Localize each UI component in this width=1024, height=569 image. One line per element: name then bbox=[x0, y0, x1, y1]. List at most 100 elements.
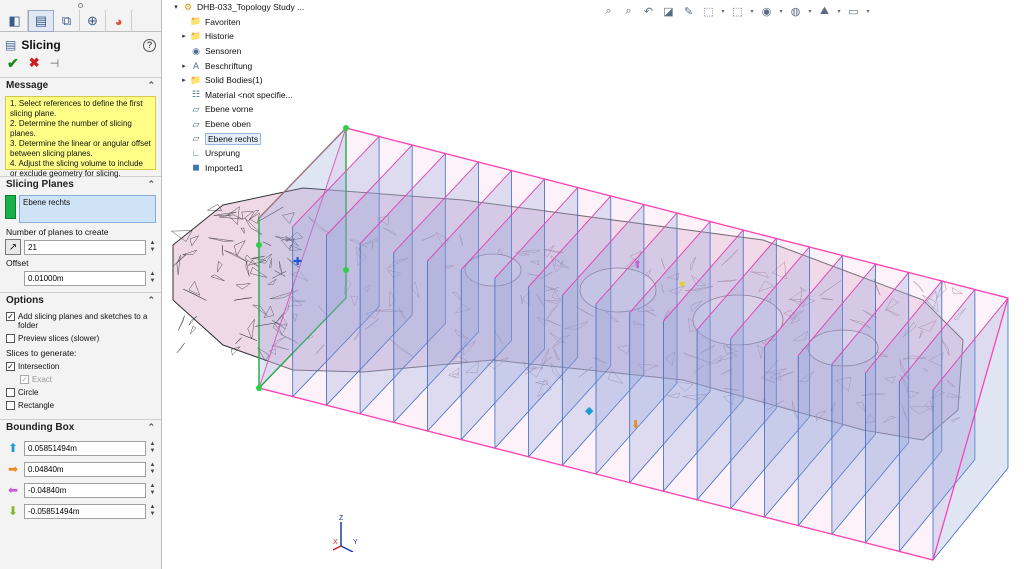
tree-root[interactable]: ▾ ⚙ DHB-033_Topology Study ... bbox=[170, 0, 340, 15]
plane-selection-box[interactable]: Ebene rechts bbox=[19, 195, 156, 223]
dropdown-chevron-icon[interactable]: ▾ bbox=[778, 8, 784, 15]
tree-item-label: Ebene vorne bbox=[205, 104, 254, 115]
pin-icon[interactable]: ⊣ bbox=[50, 57, 60, 70]
preview-label: Preview slices (slower) bbox=[18, 334, 100, 343]
message-line: 1. Select references to define the first… bbox=[10, 99, 143, 118]
exact-checkbox: ✓ Exact bbox=[0, 375, 161, 384]
expand-chevron-icon[interactable]: ▸ bbox=[178, 76, 190, 84]
checkbox-checked-icon[interactable]: ✓ bbox=[6, 362, 15, 371]
bounding-box-input[interactable] bbox=[24, 440, 146, 456]
edit-appearance-icon[interactable]: ◍ bbox=[787, 5, 804, 18]
direction-arrow-icon[interactable]: ↗ bbox=[5, 239, 21, 255]
bottom-handle-arrow-icon[interactable]: ⬇ bbox=[631, 418, 640, 431]
offset-row: ▲▼ bbox=[5, 270, 156, 286]
display-manager-icon[interactable]: ◕ bbox=[106, 10, 132, 32]
tree-item[interactable]: ▸ 📁 Solid Bodies(1) bbox=[178, 73, 340, 88]
plane-origin-handle-icon[interactable]: ✚ bbox=[293, 255, 302, 268]
dropdown-chevron-icon[interactable]: ▾ bbox=[836, 8, 842, 15]
offset-spinner[interactable]: ▲ ▼ bbox=[149, 271, 156, 285]
yellow-handle-icon[interactable]: ● bbox=[679, 278, 686, 290]
dynamic-annotation-icon[interactable]: ✎ bbox=[680, 5, 697, 18]
message-line: 3. Determine the linear or angular offse… bbox=[10, 139, 151, 158]
checkbox-empty-icon[interactable] bbox=[6, 334, 15, 343]
configuration-manager-icon[interactable]: ⧉ bbox=[54, 10, 80, 32]
collapse-icon[interactable]: ⌃ bbox=[147, 295, 155, 306]
num-planes-spinner[interactable]: ▲ ▼ bbox=[149, 240, 156, 254]
bounding-box-header[interactable]: Bounding Box ⌃ bbox=[0, 419, 161, 435]
dropdown-chevron-icon[interactable]: ▾ bbox=[807, 8, 813, 15]
collapse-icon[interactable]: ⌃ bbox=[147, 422, 155, 433]
expand-chevron-icon[interactable]: ▸ bbox=[178, 32, 190, 40]
checkbox-empty-icon[interactable] bbox=[6, 401, 15, 410]
sensor-icon: ◉ bbox=[192, 45, 200, 56]
tree-item-label: Imported1 bbox=[205, 162, 244, 173]
dropdown-chevron-icon[interactable]: ▾ bbox=[865, 8, 871, 15]
bounding-box-spinner[interactable]: ▲ ▼ bbox=[149, 462, 156, 476]
intersection-checkbox[interactable]: ✓ Intersection bbox=[0, 362, 161, 371]
checkbox-empty-icon[interactable] bbox=[6, 388, 15, 397]
bounding-box-input[interactable] bbox=[24, 503, 146, 519]
bounding-box-spinner[interactable]: ▲ ▼ bbox=[149, 441, 156, 455]
add-slicing-checkbox[interactable]: ✓ Add slicing planes and sketches to a f… bbox=[0, 312, 161, 330]
tree-item-label: Sensoren bbox=[205, 46, 242, 57]
tree-item[interactable]: ▱ Ebene rechts bbox=[178, 131, 340, 146]
tree-item[interactable]: 📁 Favoriten bbox=[178, 15, 340, 30]
plane-handle-point bbox=[343, 267, 349, 273]
dim-xpert-icon[interactable]: ⊕ bbox=[80, 10, 106, 32]
dropdown-chevron-icon[interactable]: ▾ bbox=[720, 8, 726, 15]
circle-checkbox[interactable]: Circle bbox=[0, 388, 161, 397]
options-header[interactable]: Options ⌃ bbox=[0, 292, 161, 308]
zoom-area-icon[interactable]: ⌕ bbox=[620, 5, 637, 18]
bounding-box-spinner[interactable]: ▲ ▼ bbox=[149, 483, 156, 497]
annotation-icon: A bbox=[192, 60, 199, 71]
view-settings-icon[interactable]: ▭ bbox=[845, 5, 862, 18]
tree-item[interactable]: ▱ Ebene vorne bbox=[178, 102, 340, 117]
zoom-to-fit-icon[interactable]: ⌕ bbox=[600, 5, 617, 18]
tree-item[interactable]: ▸ 📁 Historie bbox=[178, 29, 340, 44]
tree-item[interactable]: ☷ Material <not specifie... bbox=[178, 88, 340, 103]
star-folder-icon: 📁 bbox=[190, 16, 202, 27]
property-manager-icon[interactable]: ▤ bbox=[28, 10, 54, 32]
cancel-x-icon[interactable]: ✖ bbox=[29, 55, 40, 71]
app-window: Z Y X ⬆ ● ◆ ⬇ ✚ ⌕ ⌕ ↶ ◪ ✎ ⬚ ▾ ⬚ ▾ ◉ ▾ ◍ ▾ ⛰ ▾ ▭ ▾ ▾ ⚙ DH… bbox=[0, 0, 1024, 569]
tree-item[interactable]: ▱ Ebene oben bbox=[178, 117, 340, 132]
rectangle-checkbox[interactable]: Rectangle bbox=[0, 401, 161, 410]
bounding-box-input[interactable] bbox=[24, 482, 146, 498]
message-header[interactable]: Message ⌃ bbox=[0, 77, 161, 93]
mesh-triangle bbox=[190, 325, 197, 335]
tree-item-label: Historie bbox=[205, 31, 234, 42]
ok-check-icon[interactable]: ✔ bbox=[7, 55, 19, 72]
help-icon[interactable]: ? bbox=[143, 38, 156, 52]
view-orientation-icon[interactable]: ⬚ bbox=[700, 5, 717, 18]
preview-slices-checkbox[interactable]: Preview slices (slower) bbox=[0, 334, 161, 343]
top-handle-arrow-icon[interactable]: ⬆ bbox=[633, 258, 642, 271]
plane-icon: ▱ bbox=[192, 133, 200, 144]
bounding-box-input[interactable] bbox=[24, 461, 146, 477]
hide-show-icon[interactable]: ◉ bbox=[758, 5, 775, 18]
bounding-box-spinner[interactable]: ▲ ▼ bbox=[149, 504, 156, 518]
panel-grip[interactable] bbox=[0, 0, 161, 10]
panel-actions: ✔ ✖ ⊣ bbox=[0, 55, 161, 71]
collapse-icon[interactable]: ⌃ bbox=[147, 80, 155, 91]
expand-chevron-icon[interactable]: ▸ bbox=[178, 62, 190, 70]
checkbox-checked-icon[interactable]: ✓ bbox=[6, 312, 15, 321]
section-view-icon[interactable]: ◪ bbox=[660, 5, 677, 18]
tree-item[interactable]: ▸ A Beschriftung bbox=[178, 58, 340, 73]
options-header-label: Options bbox=[6, 295, 44, 306]
offset-label: Offset bbox=[6, 258, 29, 268]
tree-item[interactable]: ◉ Sensoren bbox=[178, 44, 340, 59]
apply-scene-icon[interactable]: ⛰ bbox=[816, 5, 833, 18]
previous-view-icon[interactable]: ↶ bbox=[640, 5, 657, 18]
tree-item[interactable]: ∟ Ursprung bbox=[178, 146, 340, 161]
dropdown-chevron-icon[interactable]: ▾ bbox=[749, 8, 755, 15]
feature-manager-icon[interactable]: ◧ bbox=[2, 10, 28, 32]
tree-item[interactable]: ◼ Imported1 bbox=[178, 161, 340, 176]
display-style-icon[interactable]: ⬚ bbox=[729, 5, 746, 18]
num-planes-input[interactable] bbox=[24, 239, 146, 255]
blue-handle-icon[interactable]: ◆ bbox=[585, 404, 593, 417]
num-planes-row: ↗ ▲▼ bbox=[5, 239, 156, 255]
offset-input[interactable] bbox=[24, 270, 146, 286]
collapse-icon[interactable]: ⌃ bbox=[147, 179, 155, 190]
collapse-chevron-icon[interactable]: ▾ bbox=[170, 3, 182, 11]
triad-z-label: Z bbox=[339, 515, 344, 522]
